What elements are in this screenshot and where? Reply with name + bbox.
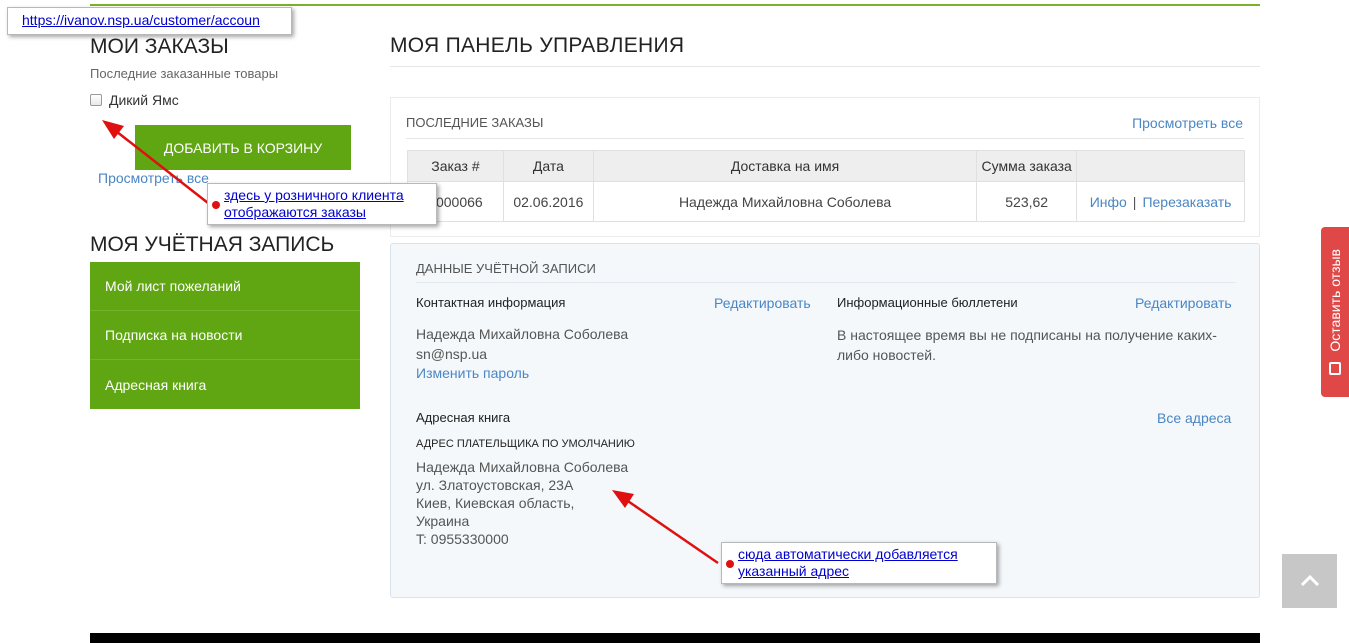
default-billing-label: АДРЕС ПЛАТЕЛЬЩИКА ПО УМОЛЧАНИЮ	[416, 438, 635, 450]
col-total: Сумма заказа	[976, 150, 1078, 182]
my-account-title: МОЯ УЧЁТНАЯ ЗАПИСЬ	[90, 233, 335, 256]
order-date: 02.06.2016	[502, 181, 594, 222]
newsletter-status: В настоящее время вы не подписаны на пол…	[837, 327, 1217, 363]
annotation-dot	[212, 201, 220, 209]
annotation-line: отображаются заказы	[224, 204, 366, 220]
order-total: 523,62	[976, 181, 1078, 222]
newsletter-label: Информационные бюллетени	[837, 295, 1018, 310]
account-info-heading: ДАННЫЕ УЧЁТНОЙ ЗАПИСИ	[416, 261, 596, 276]
contact-edit-link[interactable]: Редактировать	[714, 295, 811, 311]
order-actions: Инфо | Перезаказать	[1076, 181, 1245, 222]
address-phone: T: 0955330000	[416, 531, 509, 547]
chevron-up-icon	[1300, 575, 1319, 587]
change-password-link[interactable]: Изменить пароль	[416, 365, 529, 381]
page-title: МОЯ ПАНЕЛЬ УПРАВЛЕНИЯ	[390, 34, 685, 57]
address-line: Украина	[416, 513, 470, 529]
annotation-line: здесь у розничного клиента	[224, 187, 404, 203]
contact-name: Надежда Михайловна Соболева	[416, 326, 629, 342]
orders-view-all-link[interactable]: Просмотреть все	[1132, 115, 1243, 131]
annotation-line: указанный адрес	[738, 563, 850, 579]
address-line: ул. Златоустовская, 23А	[416, 477, 574, 493]
annotation-dot	[726, 560, 734, 568]
annotation-line: сюда автоматически добавляется	[738, 546, 958, 562]
col-actions	[1076, 150, 1245, 182]
annotation-orders-note: здесь у розничного клиента отображаются …	[207, 183, 437, 225]
recent-orders-heading: ПОСЛЕДНИЕ ЗАКАЗЫ	[406, 115, 544, 130]
sidebar-item-wishlist[interactable]: Мой лист пожеланий	[90, 262, 360, 311]
sidebar-view-all-link[interactable]: Просмотреть все	[98, 170, 209, 186]
tooltip-url-link[interactable]: https://ivanov.nsp.ua/customer/accoun	[22, 12, 260, 28]
annotation-address-note: сюда автоматически добавляется указанный…	[721, 542, 997, 584]
newsletter-edit-link[interactable]: Редактировать	[1135, 295, 1232, 311]
orders-divider	[406, 138, 1244, 139]
my-orders-title: МОИ ЗАКАЗЫ	[90, 35, 229, 58]
order-ship-to: Надежда Михайловна Соболева	[592, 181, 978, 222]
feedback-icon	[1329, 361, 1341, 375]
sidebar-item-newsletter[interactable]: Подписка на новости	[90, 311, 360, 360]
add-to-cart-button[interactable]: ДОБАВИТЬ В КОРЗИНУ	[135, 125, 351, 170]
recent-products-subtitle: Последние заказанные товары	[90, 66, 279, 81]
feedback-tab[interactable]: Оставить отзыв	[1321, 227, 1349, 397]
orders-table: Заказ # Дата Доставка на имя Сумма заказ…	[407, 150, 1245, 222]
action-separator: |	[1132, 193, 1137, 210]
address-line: Киев, Киевская область,	[416, 495, 575, 511]
product-name: Дикий Ямс	[109, 92, 179, 108]
recent-orders-panel: ПОСЛЕДНИЕ ЗАКАЗЫ Просмотреть все Заказ #…	[390, 97, 1260, 237]
col-date: Дата	[502, 150, 594, 182]
account-divider	[416, 282, 1236, 283]
account-menu: Мой лист пожеланий Подписка на новости А…	[90, 262, 360, 409]
table-header-row: Заказ # Дата Доставка на имя Сумма заказ…	[407, 150, 1245, 182]
recent-product-item: Дикий Ямс	[90, 92, 179, 108]
table-row: 0000066 02.06.2016 Надежда Михайловна Со…	[407, 181, 1245, 222]
contact-email: sn@nsp.ua	[416, 346, 488, 362]
address-line: Надежда Михайловна Соболева	[416, 459, 629, 475]
footer-bar	[90, 633, 1260, 643]
feedback-label: Оставить отзыв	[1327, 249, 1343, 352]
order-info-link[interactable]: Инфо	[1090, 194, 1127, 210]
address-book-label: Адресная книга	[416, 410, 511, 425]
col-order-number: Заказ #	[407, 150, 504, 182]
col-ship-to: Доставка на имя	[592, 150, 978, 182]
contact-info-label: Контактная информация	[416, 295, 566, 310]
scroll-to-top-button[interactable]	[1282, 554, 1337, 608]
sidebar-item-address-book[interactable]: Адресная книга	[90, 360, 360, 409]
url-tooltip: https://ivanov.nsp.ua/customer/accoun	[7, 7, 292, 35]
order-reorder-link[interactable]: Перезаказать	[1142, 194, 1231, 210]
top-accent-line	[90, 4, 1260, 6]
all-addresses-link[interactable]: Все адреса	[1157, 410, 1231, 426]
title-divider	[390, 66, 1260, 67]
product-checkbox[interactable]	[90, 94, 102, 106]
